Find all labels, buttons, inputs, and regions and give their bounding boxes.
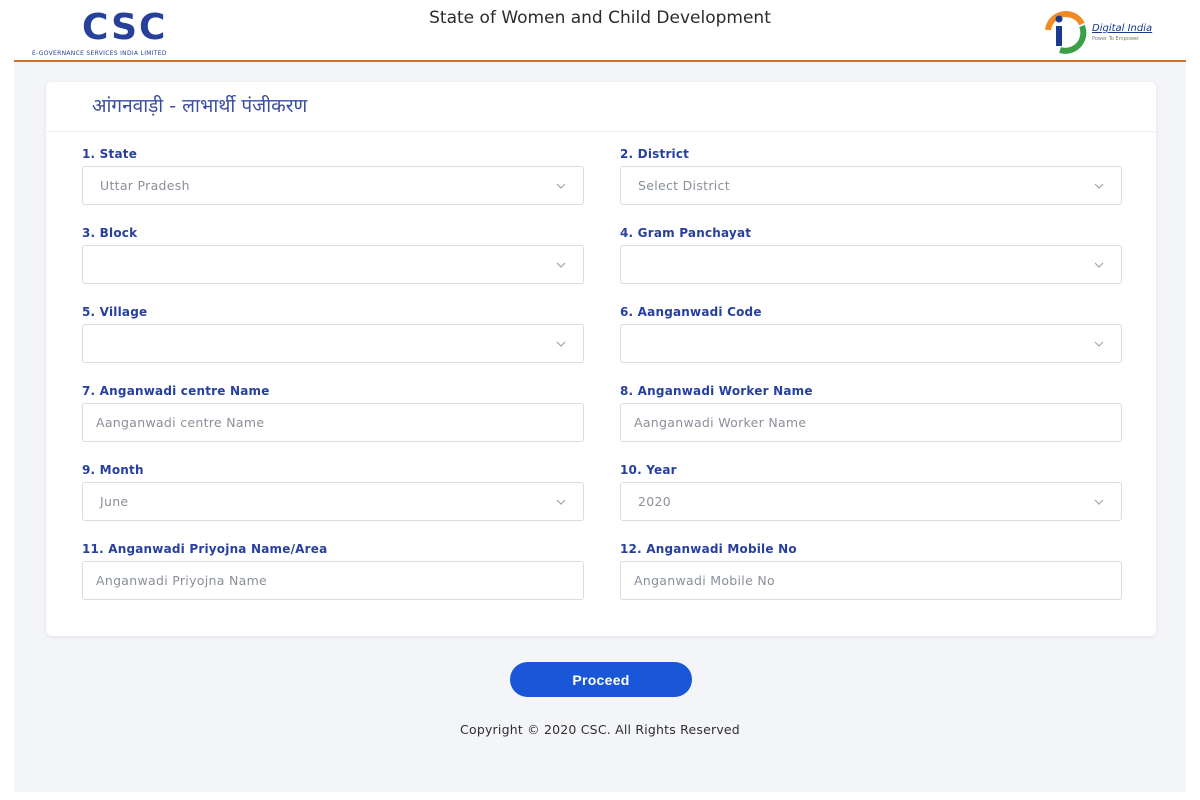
worker-name-placeholder: Aanganwadi Worker Name <box>634 415 807 430</box>
state-select[interactable]: Uttar Pradesh <box>82 166 584 205</box>
chevron-down-icon <box>556 341 566 347</box>
district-select[interactable]: Select District <box>620 166 1122 205</box>
chevron-down-icon <box>1094 499 1104 505</box>
field-centre-name: 7. Anganwadi centre Name Aanganwadi cent… <box>82 383 584 442</box>
chevron-down-icon <box>1094 262 1104 268</box>
form-header: आंगनवाड़ी - लाभार्थी पंजीकरण <box>46 82 1156 132</box>
aanganwadi-code-label: 6. Aanganwadi Code <box>620 305 762 319</box>
gram-panchayat-select[interactable] <box>620 245 1122 284</box>
year-select-value: 2020 <box>638 494 672 509</box>
mobile-no-placeholder: Anganwadi Mobile No <box>634 573 775 588</box>
month-select[interactable]: June <box>82 482 584 521</box>
month-label: 9. Month <box>82 463 144 477</box>
block-select[interactable] <box>82 245 584 284</box>
field-worker-name: 8. Anganwadi Worker Name Aanganwadi Work… <box>620 383 1122 442</box>
digital-india-logo[interactable]: Digital India Power To Empower <box>1038 6 1168 56</box>
field-mobile-no: 12. Anganwadi Mobile No Anganwadi Mobile… <box>620 541 1122 600</box>
page-title: State of Women and Child Development <box>429 8 771 28</box>
csc-logo-subtitle: E-GOVERNANCE SERVICES INDIA LIMITED <box>32 50 167 57</box>
priyojna-name-input[interactable]: Anganwadi Priyojna Name <box>82 561 584 600</box>
worker-name-label: 8. Anganwadi Worker Name <box>620 384 813 398</box>
field-priyojna-name: 11. Anganwadi Priyojna Name/Area Anganwa… <box>82 541 584 600</box>
digital-india-text: Digital India <box>1092 23 1153 34</box>
proceed-button[interactable]: Proceed <box>510 662 692 697</box>
chevron-down-icon <box>1094 341 1104 347</box>
digital-india-icon <box>1045 11 1087 54</box>
state-select-value: Uttar Pradesh <box>100 178 190 193</box>
chevron-down-icon <box>556 499 566 505</box>
field-state: 1. State Uttar Pradesh <box>82 146 584 205</box>
centre-name-label: 7. Anganwadi centre Name <box>82 384 270 398</box>
village-select[interactable] <box>82 324 584 363</box>
state-label: 1. State <box>82 147 138 161</box>
mobile-no-label: 12. Anganwadi Mobile No <box>620 542 797 556</box>
year-select[interactable]: 2020 <box>620 482 1122 521</box>
month-select-value: June <box>100 494 129 509</box>
field-gram-panchayat: 4. Gram Panchayat <box>620 225 1122 284</box>
district-select-value: Select District <box>638 178 730 193</box>
aanganwadi-code-select[interactable] <box>620 324 1122 363</box>
year-label: 10. Year <box>620 463 677 477</box>
field-district: 2. District Select District <box>620 146 1122 205</box>
form-title: आंगनवाड़ी - लाभार्थी पंजीकरण <box>92 95 308 117</box>
chevron-down-icon <box>556 262 566 268</box>
district-label: 2. District <box>620 147 690 161</box>
chevron-down-icon <box>1094 183 1104 189</box>
chevron-down-icon <box>556 183 566 189</box>
centre-name-input[interactable]: Aanganwadi centre Name <box>82 403 584 442</box>
priyojna-name-label: 11. Anganwadi Priyojna Name/Area <box>82 542 328 556</box>
centre-name-placeholder: Aanganwadi centre Name <box>96 415 265 430</box>
worker-name-input[interactable]: Aanganwadi Worker Name <box>620 403 1122 442</box>
field-year: 10. Year 2020 <box>620 462 1122 521</box>
village-label: 5. Village <box>82 305 148 319</box>
field-village: 5. Village <box>82 304 584 363</box>
site-header: CSC E-GOVERNANCE SERVICES INDIA LIMITED … <box>14 0 1186 62</box>
field-month: 9. Month June <box>82 462 584 521</box>
field-aanganwadi-code: 6. Aanganwadi Code <box>620 304 1122 363</box>
registration-form-card: आंगनवाड़ी - लाभार्थी पंजीकरण 1. State Ut… <box>46 82 1156 636</box>
priyojna-name-placeholder: Anganwadi Priyojna Name <box>96 573 268 588</box>
mobile-no-input[interactable]: Anganwadi Mobile No <box>620 561 1122 600</box>
field-block: 3. Block <box>82 225 584 284</box>
digital-india-tagline: Power To Empower <box>1092 36 1140 42</box>
footer-copyright: Copyright © 2020 CSC. All Rights Reserve… <box>460 722 740 737</box>
block-label: 3. Block <box>82 226 138 240</box>
gram-panchayat-label: 4. Gram Panchayat <box>620 226 752 240</box>
